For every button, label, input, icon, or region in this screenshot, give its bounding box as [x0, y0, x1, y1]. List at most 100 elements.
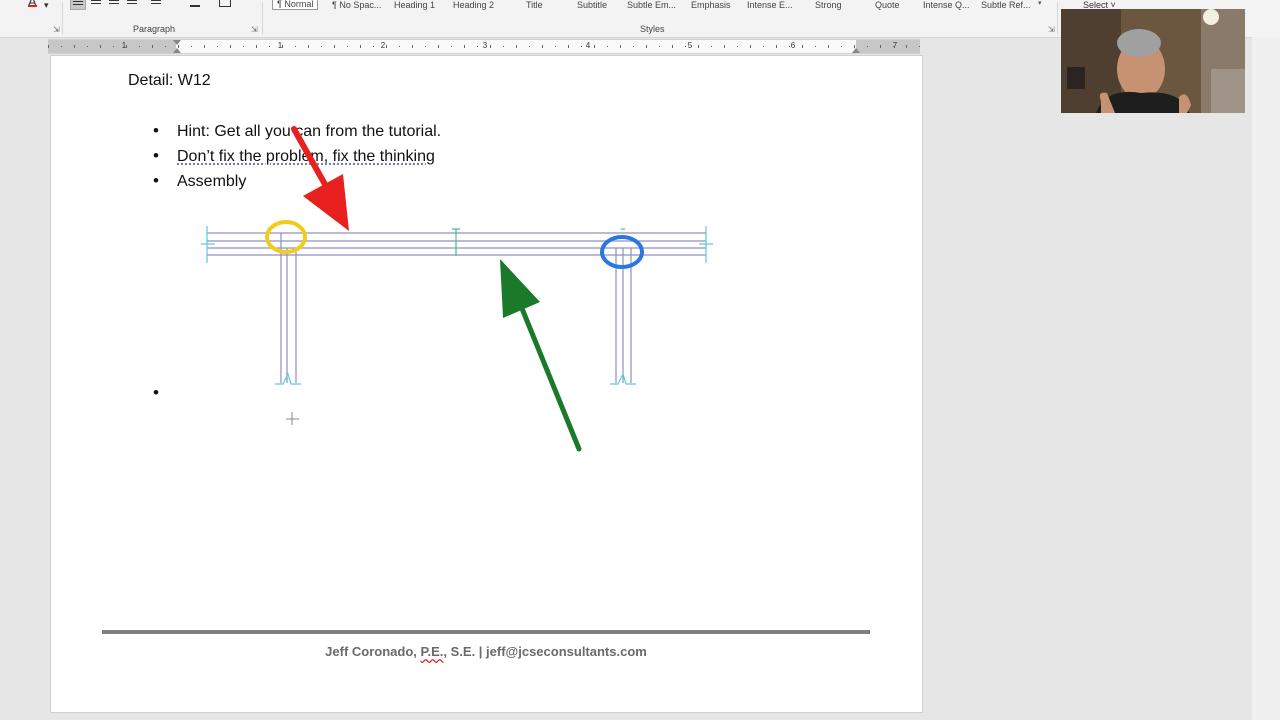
- ruler-tick: [542, 45, 543, 48]
- ruler-tick: [594, 45, 595, 48]
- ruler-tick: [581, 46, 582, 47]
- ruler-tick: [126, 45, 127, 48]
- footer-name: Jeff Coronado,: [325, 644, 417, 659]
- ruler-tick: [100, 45, 101, 48]
- ruler-tick: [61, 46, 62, 47]
- line-spacing-button[interactable]: [149, 0, 175, 8]
- ruler-tick: [204, 45, 205, 48]
- ruler-tick: [386, 45, 387, 48]
- webcam-overlay: [1061, 9, 1245, 113]
- style-emphasis[interactable]: Emphasis: [691, 0, 731, 10]
- ruler-tick: [815, 46, 816, 47]
- ruler-tick: [516, 45, 517, 48]
- ruler-tick: [269, 46, 270, 47]
- styles-gallery: ¶ Normal ¶ No Spac... Heading 1 Heading …: [268, 0, 1050, 10]
- ruler-tick: [724, 45, 725, 48]
- webcam-video-icon: [1061, 9, 1245, 113]
- ruler-tick: [841, 46, 842, 47]
- ruler-tick: [438, 45, 439, 48]
- document-page[interactable]: Detail: W12 • Hint: Get all you can from …: [50, 55, 923, 713]
- ruler-tick: [529, 46, 530, 47]
- style-strong[interactable]: Strong: [815, 0, 842, 10]
- ruler-tick: [191, 46, 192, 47]
- style-heading-2[interactable]: Heading 2: [453, 0, 494, 10]
- gallery-scroll-down-icon[interactable]: ▾: [1038, 0, 1048, 9]
- ruler-left-margin: [48, 40, 176, 53]
- font-color-dropdown-icon[interactable]: ▾: [44, 0, 49, 10]
- ruler-tick: [685, 46, 686, 47]
- red-arrow: [291, 126, 349, 231]
- style-no-spacing[interactable]: ¶ No Spac...: [332, 0, 381, 10]
- ruler-tick: [919, 46, 920, 47]
- align-right-button[interactable]: [107, 0, 121, 8]
- green-arrow: [500, 259, 582, 452]
- style-normal[interactable]: ¶ Normal: [272, 0, 319, 10]
- ruler-tick: [464, 45, 465, 48]
- ruler-tick: [256, 45, 257, 48]
- ruler-tick: [828, 45, 829, 48]
- font-color-button[interactable]: A: [28, 0, 37, 9]
- style-subtle-reference[interactable]: Subtle Ref...: [981, 0, 1031, 10]
- vertical-scrollbar[interactable]: [1252, 37, 1280, 720]
- ruler-tick: [555, 46, 556, 47]
- hanging-indent-marker[interactable]: [173, 48, 181, 53]
- paragraph-dialog-launcher-icon[interactable]: ⇲: [251, 25, 258, 34]
- ruler-tick: [750, 45, 751, 48]
- ruler-tick: [217, 46, 218, 47]
- style-intense-quote[interactable]: Intense Q...: [923, 0, 970, 10]
- borders-button[interactable]: [217, 0, 241, 8]
- footer-contact: , S.E. | jeff@jcseconsultants.com: [443, 644, 647, 659]
- ruler-tick: [490, 45, 491, 48]
- ruler-tick: [113, 46, 114, 47]
- ruler-tick: [243, 46, 244, 47]
- ruler-tick: [334, 45, 335, 48]
- style-subtle-emphasis[interactable]: Subtle Em...: [627, 0, 676, 10]
- ruler-tick: [139, 46, 140, 47]
- style-heading-1[interactable]: Heading 1: [394, 0, 435, 10]
- ruler-tick: [74, 45, 75, 48]
- justify-button[interactable]: [125, 0, 139, 8]
- ruler-tick: [373, 46, 374, 47]
- ruler-tick: [867, 46, 868, 47]
- ruler-tick: [789, 46, 790, 47]
- ruler-tick: [425, 46, 426, 47]
- ruler-tick: [659, 46, 660, 47]
- style-subtitle[interactable]: Subtitle: [577, 0, 607, 10]
- right-indent-marker[interactable]: [852, 48, 860, 53]
- justify-icon: [127, 0, 137, 5]
- style-title[interactable]: Title: [526, 0, 543, 10]
- ruler-tick: [230, 45, 231, 48]
- align-left-button[interactable]: [70, 0, 86, 10]
- align-center-icon: [91, 0, 101, 5]
- crosshair-cursor-icon: [286, 412, 299, 425]
- ruler-tick: [308, 45, 309, 48]
- ruler-right-margin: [856, 40, 920, 53]
- footer-divider: [102, 630, 870, 634]
- ruler-tick: [802, 45, 803, 48]
- group-separator: [262, 2, 263, 34]
- horizontal-ruler[interactable]: 1 1 2 3 4 5 6 7: [48, 39, 920, 54]
- align-left-icon: [73, 0, 83, 6]
- styles-dialog-launcher-icon[interactable]: ⇲: [1048, 25, 1055, 34]
- group-separator: [1057, 2, 1058, 34]
- ruler-tick: [321, 46, 322, 47]
- ruler-tick: [672, 45, 673, 48]
- first-line-indent-marker[interactable]: [173, 40, 181, 45]
- shading-button[interactable]: [188, 0, 210, 8]
- group-separator: [62, 2, 63, 34]
- line-spacing-icon: [151, 0, 161, 5]
- align-center-button[interactable]: [89, 0, 103, 8]
- ruler-tick: [854, 45, 855, 48]
- ruler-number: 4: [585, 41, 591, 50]
- style-intense-emphasis[interactable]: Intense E...: [747, 0, 793, 10]
- ruler-tick: [568, 45, 569, 48]
- ruler-tick: [477, 46, 478, 47]
- paragraph-group-label: Paragraph: [133, 24, 176, 34]
- ruler-tick: [620, 45, 621, 48]
- ruler-tick: [178, 45, 179, 48]
- ruler-tick: [165, 46, 166, 47]
- style-quote[interactable]: Quote: [875, 0, 900, 10]
- ruler-tick: [737, 46, 738, 47]
- ruler-tick: [347, 46, 348, 47]
- font-dialog-launcher-icon[interactable]: ⇲: [53, 25, 60, 34]
